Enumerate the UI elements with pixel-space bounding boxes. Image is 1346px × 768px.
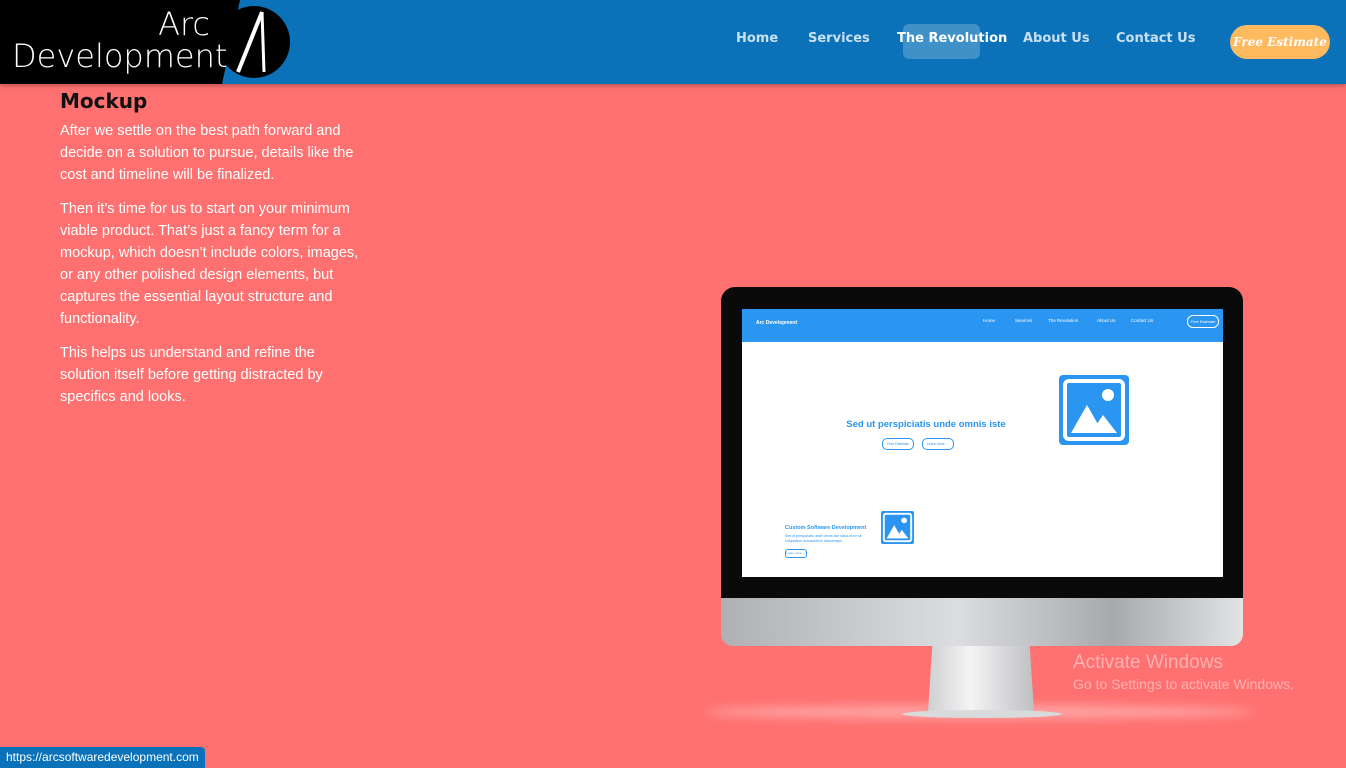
logo-line-2: Development	[12, 37, 228, 75]
tab-home[interactable]: Home	[736, 31, 778, 46]
logo[interactable]: Arc Development	[0, 0, 290, 84]
paragraph-2: Then it’s time for us to start on your m…	[60, 201, 359, 327]
mockup-brand: Arc Development	[756, 320, 798, 326]
logo-text: Arc Development	[12, 8, 228, 75]
tab-contact-us[interactable]: Contact Us	[1116, 31, 1195, 46]
mockup-screen: Arc Development Home Services The Revolu…	[742, 309, 1223, 577]
paragraph-1: After we settle on the best path forward…	[60, 123, 354, 183]
mockup-hero-learn-more: Learn more →	[922, 438, 954, 450]
tab-the-revolution[interactable]: The Revolution	[897, 31, 1007, 46]
mockup-estimate-button: Free Estimate	[1187, 315, 1219, 328]
small-image-placeholder-icon	[881, 511, 914, 544]
image-placeholder-icon	[1059, 375, 1129, 445]
mockup-link-contact: Contact Us	[1131, 318, 1154, 323]
paragraph-3: This helps us understand and refine the …	[60, 345, 323, 405]
section-title: Mockup	[60, 89, 148, 113]
windows-watermark-title: Activate Windows	[1073, 652, 1223, 673]
status-url: https://arcsoftwaredevelopment.com	[0, 747, 205, 768]
windows-watermark-subtitle: Go to Settings to activate Windows.	[1073, 676, 1294, 692]
mockup-hero-text: Sed ut perspiciatis unde omnis iste	[846, 419, 1006, 430]
mockup-service-button: Learn more →	[785, 549, 807, 558]
monitor-stand	[928, 646, 1034, 712]
mockup-hero-estimate: Free Estimate	[882, 438, 914, 450]
mockup-service-text: Sed ut perspiciatis unde omnis iste natu…	[785, 534, 862, 543]
mockup-link-about: About Us	[1097, 318, 1116, 323]
mockup-service-title: Custom Software Development	[785, 525, 867, 531]
mockup-link-home: Home	[983, 318, 996, 323]
mockup-link-revolution: The Revolution	[1048, 318, 1079, 323]
mockup-appbar: Arc Development Home Services The Revolu…	[742, 309, 1223, 342]
monitor-chin	[721, 598, 1243, 646]
app-bar: Arc Development Home Services The Revolu…	[0, 0, 1346, 84]
mockup-link-services: Services	[1015, 318, 1033, 323]
free-estimate-button[interactable]: Free Estimate	[1230, 25, 1330, 59]
tab-services[interactable]: Services	[808, 31, 870, 46]
tab-about-us[interactable]: About Us	[1023, 31, 1090, 46]
monitor-base	[902, 710, 1062, 718]
